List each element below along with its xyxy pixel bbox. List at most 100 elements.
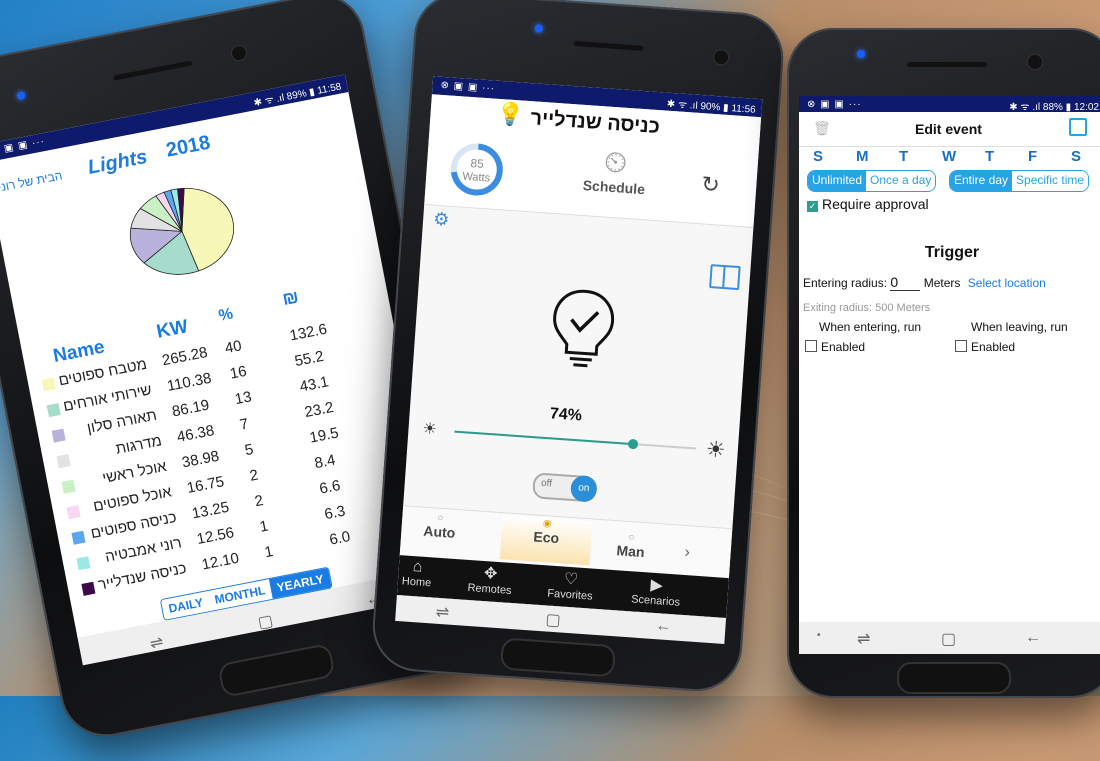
home-icon[interactable]: ▢ xyxy=(941,629,956,649)
power-toggle[interactable]: off on xyxy=(531,472,598,503)
mode-eco[interactable]: ◉ Eco xyxy=(499,515,593,566)
back-icon[interactable]: ← xyxy=(655,617,672,636)
row-shekel: 23.2 xyxy=(303,398,336,422)
color-swatch xyxy=(76,556,91,571)
schedule-button[interactable]: ⏲ Schedule xyxy=(573,144,656,197)
when-entering-label: When entering, run xyxy=(819,320,922,334)
nav-home[interactable]: ⌂ Home xyxy=(401,557,432,589)
recent-apps-icon[interactable]: ⇌ xyxy=(148,632,165,654)
row-shekel: 19.5 xyxy=(308,424,341,447)
phone-sensor xyxy=(534,24,544,33)
nav-favorites-label: Favorites xyxy=(546,587,593,603)
nav-scenarios[interactable]: ▶ Scenarios xyxy=(630,573,682,609)
status-info: ✱ ᯤ .ıl 88% ▮ 12:02 xyxy=(1009,102,1099,113)
back-icon[interactable]: ← xyxy=(1025,629,1041,647)
weekday-2[interactable]: T xyxy=(899,148,908,165)
color-swatch xyxy=(81,581,96,596)
book-icon[interactable] xyxy=(709,264,741,291)
trigger-title: Trigger xyxy=(924,244,980,261)
nav-favorites[interactable]: ♡ Favorites xyxy=(547,568,594,603)
trash-icon[interactable]: 🗑 xyxy=(813,120,831,137)
option-once-a-day[interactable]: Once a day xyxy=(866,171,936,191)
phone-speaker xyxy=(573,40,644,51)
phone-camera xyxy=(1027,54,1043,70)
phone-camera xyxy=(229,43,249,63)
nav-remotes-label: Remotes xyxy=(467,581,512,597)
option-entire-day[interactable]: Entire day xyxy=(950,171,1013,191)
color-swatch xyxy=(56,454,71,469)
toggle-off-label: off xyxy=(540,477,553,490)
phone-edit-event: ⊗ ▣ ▣ ··· ✱ ᯤ .ıl 88% ▮ 12:02 🗑 Edit eve… xyxy=(787,28,1100,698)
brightness-slider[interactable] xyxy=(454,430,696,450)
color-swatch xyxy=(66,505,81,520)
watts-gauge: 85 Watts xyxy=(450,143,503,196)
row-percent: 40 xyxy=(223,337,244,358)
row-percent: 16 xyxy=(228,362,249,383)
mode-man[interactable]: ○ Man xyxy=(610,531,652,561)
col-percent: % xyxy=(217,305,235,325)
bulb-icon: 💡 xyxy=(495,100,525,128)
entering-enabled-row[interactable]: Enabled xyxy=(805,340,865,354)
nav-remotes[interactable]: ✥ Remotes xyxy=(467,562,513,597)
slider-handle[interactable] xyxy=(627,438,639,450)
status-icons: ⊗ ▣ ▣ ··· xyxy=(807,99,862,110)
settings-gear-icon[interactable]: ⚙ xyxy=(432,209,450,231)
recent-apps-icon[interactable]: ⇌ xyxy=(857,629,870,649)
leaving-enabled-label: Enabled xyxy=(971,340,1016,354)
weekday-1[interactable]: M xyxy=(856,148,869,165)
weekday-3[interactable]: W xyxy=(942,148,956,165)
select-location-link[interactable]: Select location xyxy=(968,276,1046,290)
save-icon[interactable] xyxy=(1069,118,1087,136)
col-shekel: ₪ xyxy=(280,286,301,310)
option-unlimited[interactable]: Unlimited xyxy=(808,171,867,191)
row-percent: 13 xyxy=(233,388,254,409)
refresh-icon[interactable]: ↻ xyxy=(700,171,720,198)
color-swatch xyxy=(61,479,76,494)
row-percent: 2 xyxy=(253,491,265,511)
weekday-5[interactable]: F xyxy=(1028,148,1037,165)
nav-scenarios-label: Scenarios xyxy=(630,593,681,609)
usage-pie-chart xyxy=(129,187,235,275)
mode-auto[interactable]: ○ Auto xyxy=(419,511,461,541)
time-selector: Entire day Specific time xyxy=(949,170,1090,192)
weekday-0[interactable]: S xyxy=(813,148,823,165)
row-shekel: 8.4 xyxy=(313,451,337,473)
row-kw: 13.25 xyxy=(190,498,231,523)
row-shekel: 6.0 xyxy=(327,528,352,549)
header-title: Edit event xyxy=(915,121,982,137)
phone-sensor xyxy=(16,90,26,101)
leaving-enabled-checkbox[interactable] xyxy=(955,340,967,352)
recent-apps-icon[interactable]: ⇌ xyxy=(435,602,450,623)
device-title: כניסה שנדלייר xyxy=(529,107,661,139)
checkbox-checked-icon[interactable]: ✓ xyxy=(807,201,818,212)
option-specific-time[interactable]: Specific time xyxy=(1012,171,1089,191)
leaving-enabled-row[interactable]: Enabled xyxy=(955,340,1015,354)
status-bar: ⊗ ▣ ▣ ··· ✱ ᯤ .ıl 88% ▮ 12:02 xyxy=(799,96,1100,113)
phone-device-control: ⊗ ▣ ▣ ··· ✱ ᯤ .ıl 90% ▮ 11:56 כניסה שנדל… xyxy=(369,0,787,695)
home-icon[interactable]: ▢ xyxy=(256,610,275,633)
mode-man-label: Man xyxy=(616,542,646,561)
home-name[interactable]: הבית של רוני xyxy=(0,168,63,194)
entering-radius-input[interactable]: 0 xyxy=(890,274,921,291)
row-kw: 12.56 xyxy=(195,524,236,549)
year-label[interactable]: 2018 xyxy=(164,132,212,163)
home-icon[interactable]: ▢ xyxy=(545,609,561,630)
watts-value: 85 xyxy=(470,156,485,171)
weekday-6[interactable]: S xyxy=(1071,148,1081,165)
assist-dot-icon[interactable]: • xyxy=(817,630,821,641)
entering-enabled-checkbox[interactable] xyxy=(805,340,817,352)
row-kw: 110.38 xyxy=(165,369,213,395)
row-shekel: 6.3 xyxy=(323,502,347,524)
row-kw: 46.38 xyxy=(175,422,216,446)
color-swatch xyxy=(46,403,61,418)
chevron-right-icon[interactable]: › xyxy=(684,544,691,562)
phone-speaker xyxy=(112,60,193,81)
brightness-low-icon: ☀ xyxy=(421,420,438,439)
require-approval-row[interactable]: ✓ Require approval xyxy=(807,196,929,212)
phone-sensor xyxy=(857,50,865,58)
row-percent: 1 xyxy=(258,517,270,536)
row-shekel: 55.2 xyxy=(293,347,326,371)
weekday-4[interactable]: T xyxy=(985,148,994,165)
status-icons: ⊗ ▣ ▣ ··· xyxy=(0,135,46,157)
row-percent: 1 xyxy=(263,543,275,562)
